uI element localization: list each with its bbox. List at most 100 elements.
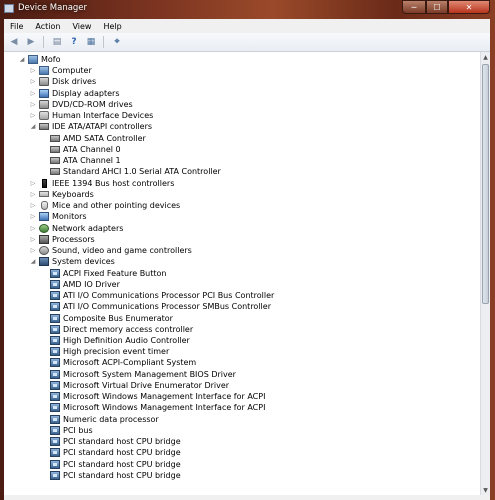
help-button[interactable]: ?: [67, 35, 81, 49]
tree-device[interactable]: ATI I/O Communications Processor SMBus C…: [40, 301, 271, 312]
tree-device[interactable]: ATA Channel 1: [40, 155, 121, 166]
monitor-icon: [39, 88, 49, 98]
tree-device[interactable]: High precision event timer: [40, 346, 169, 357]
scan-hardware-button[interactable]: ⌖: [110, 35, 124, 49]
toolbar-separator: [43, 36, 44, 48]
tree-category[interactable]: ▷ IEEE 1394 Bus host controllers: [29, 178, 174, 189]
vertical-scrollbar[interactable]: ▲ ▼: [480, 52, 490, 495]
tree-device[interactable]: Microsoft ACPI-Compliant System: [40, 357, 196, 368]
tree-item-label: PCI standard host CPU bridge: [63, 448, 181, 458]
tree-category[interactable]: ▷ Sound, video and game controllers: [29, 245, 192, 256]
disk-icon: [39, 77, 49, 87]
tree-item-label: Microsoft Windows Management Interface f…: [63, 403, 266, 413]
tree-item-label: Direct memory access controller: [63, 324, 194, 334]
tree-category[interactable]: ▷ Monitors: [29, 211, 87, 222]
device-manager-icon: [4, 4, 14, 13]
expand-icon[interactable]: ▷: [29, 67, 37, 74]
device-manager-window: Device Manager ─ ☐ ✕ File Action View He…: [0, 0, 495, 500]
help-icon: ?: [71, 37, 77, 47]
tree-device[interactable]: High Definition Audio Controller: [40, 335, 190, 346]
status-bar: [4, 495, 490, 500]
tree-device[interactable]: Microsoft Windows Management Interface f…: [40, 402, 265, 413]
tree-category[interactable]: ▷ DVD/CD-ROM drives: [29, 99, 133, 110]
tree-device[interactable]: AMD IO Driver: [40, 279, 120, 290]
tree-item-label: ATA Channel 1: [63, 156, 121, 166]
expand-icon[interactable]: ▷: [29, 247, 37, 254]
tree-item-label: PCI standard host CPU bridge: [63, 437, 181, 447]
title-bar[interactable]: Device Manager ─ ☐ ✕: [0, 0, 495, 18]
tree-device[interactable]: ATI I/O Communications Processor PCI Bus…: [40, 290, 274, 301]
collapse-icon[interactable]: ◢: [29, 123, 37, 130]
tree-category[interactable]: ▷ Disk drives: [29, 76, 96, 87]
tree-device[interactable]: PCI standard host CPU bridge: [40, 470, 181, 481]
minimize-button[interactable]: ─: [402, 0, 426, 14]
tree-device[interactable]: PCI standard host CPU bridge: [40, 447, 181, 458]
tree-category[interactable]: ◢ IDE ATA/ATAPI controllers: [29, 121, 152, 132]
chip-icon: [39, 257, 49, 267]
tree-root[interactable]: ◢ Mofo: [18, 54, 61, 65]
menu-action[interactable]: Action: [29, 22, 66, 31]
tree-item-label: PCI standard host CPU bridge: [63, 459, 181, 469]
tree-category[interactable]: ▷ Mice and other pointing devices: [29, 200, 180, 211]
tree-device[interactable]: PCI standard host CPU bridge: [40, 436, 181, 447]
properties-icon: ▦: [86, 37, 96, 47]
tree-category[interactable]: ◢ System devices: [29, 256, 115, 267]
tree-device[interactable]: ATA Channel 0: [40, 144, 121, 155]
sound-icon: [39, 246, 49, 256]
tree-device[interactable]: Microsoft System Management BIOS Driver: [40, 369, 236, 380]
tree-item-label: Microsoft Virtual Drive Enumerator Drive…: [63, 380, 230, 390]
tree-item-label: ATA Channel 0: [63, 144, 121, 154]
menu-view[interactable]: View: [66, 22, 97, 31]
forward-arrow-button[interactable]: ▶: [24, 35, 38, 49]
collapse-icon[interactable]: ◢: [29, 258, 37, 265]
maximize-button[interactable]: ☐: [426, 0, 448, 14]
expand-icon[interactable]: ▷: [29, 112, 37, 119]
close-button[interactable]: ✕: [448, 0, 490, 14]
expand-icon[interactable]: ▷: [29, 101, 37, 108]
expand-icon[interactable]: ▷: [29, 90, 37, 97]
tree-device[interactable]: AMD SATA Controller: [40, 133, 146, 144]
tree-category[interactable]: ▷ Display adapters: [29, 88, 120, 99]
tree-item-label: IEEE 1394 Bus host controllers: [52, 178, 175, 188]
expand-icon[interactable]: ▷: [29, 213, 37, 220]
expand-icon[interactable]: ▷: [29, 191, 37, 198]
tree-device[interactable]: PCI standard host CPU bridge: [40, 459, 181, 470]
tree-category[interactable]: ▷ Keyboards: [29, 189, 94, 200]
scroll-down-button[interactable]: ▼: [481, 485, 490, 495]
menu-help[interactable]: Help: [97, 22, 127, 31]
collapse-icon[interactable]: ◢: [18, 56, 26, 63]
tree-category[interactable]: ▷ Human Interface Devices: [29, 110, 153, 121]
tree-device[interactable]: PCI bus: [40, 425, 93, 436]
tree-category[interactable]: ▷ Processors: [29, 234, 95, 245]
expand-icon[interactable]: ▷: [29, 202, 37, 209]
expand-icon[interactable]: ▷: [29, 236, 37, 243]
scroll-up-button[interactable]: ▲: [481, 52, 490, 62]
ide-icon: [50, 168, 60, 176]
tree-item-label: Microsoft System Management BIOS Driver: [63, 369, 236, 379]
tree-device[interactable]: Composite Bus Enumerator: [40, 313, 173, 324]
mouse-icon: [41, 201, 48, 211]
tree-item-label: Human Interface Devices: [52, 111, 154, 121]
back-arrow-button[interactable]: ◀: [7, 35, 21, 49]
console-tree-button[interactable]: ▤: [50, 35, 64, 49]
scroll-thumb[interactable]: [482, 64, 489, 304]
tree-device[interactable]: Direct memory access controller: [40, 324, 193, 335]
tree-category[interactable]: ▷ Network adapters: [29, 223, 123, 234]
tree-device[interactable]: ACPI Fixed Feature Button: [40, 268, 167, 279]
expand-icon[interactable]: ▷: [29, 78, 37, 85]
tree-category[interactable]: ▷ Computer: [29, 65, 92, 76]
kbd-icon: [39, 191, 49, 198]
ide-icon: [50, 145, 60, 153]
tree-device[interactable]: Microsoft Virtual Drive Enumerator Drive…: [40, 380, 229, 391]
tree-item-label: Mofo: [41, 55, 61, 64]
expand-icon[interactable]: ▷: [29, 180, 37, 187]
expand-icon[interactable]: ▷: [29, 225, 37, 232]
tree-item-label: Composite Bus Enumerator: [63, 313, 173, 323]
tree-item-label: AMD SATA Controller: [63, 133, 146, 143]
usb-icon: [42, 178, 47, 188]
tree-device[interactable]: Standard AHCI 1.0 Serial ATA Controller: [40, 166, 221, 177]
tree-device[interactable]: Microsoft Windows Management Interface f…: [40, 391, 265, 402]
tree-device[interactable]: Numeric data processor: [40, 414, 159, 425]
properties-button[interactable]: ▦: [84, 35, 98, 49]
menu-file[interactable]: File: [4, 22, 29, 31]
